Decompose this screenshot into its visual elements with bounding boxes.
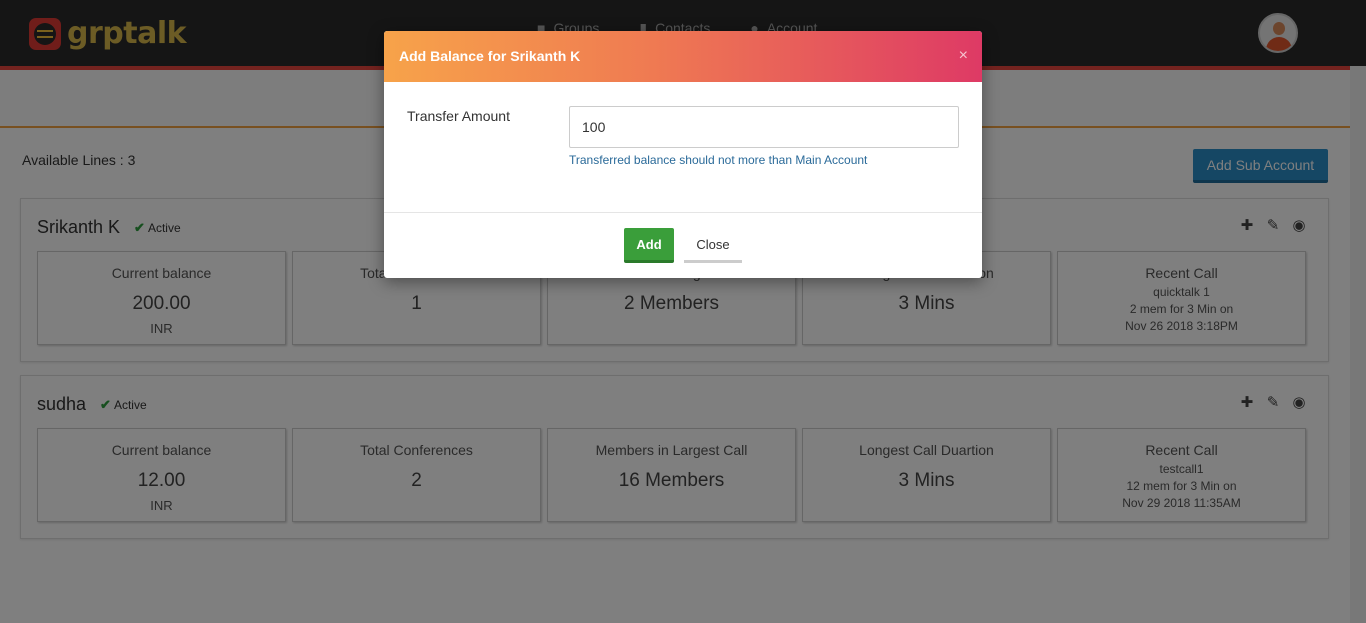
transfer-help-text: Transferred balance should not more than… (569, 153, 868, 167)
transfer-amount-input[interactable] (569, 106, 959, 148)
modal-divider (384, 212, 982, 213)
close-icon[interactable]: × (959, 47, 968, 65)
add-button[interactable]: Add (624, 228, 674, 263)
add-balance-modal: Add Balance for Srikanth K × Transfer Am… (384, 31, 982, 278)
transfer-amount-label: Transfer Amount (407, 108, 510, 124)
modal-header: Add Balance for Srikanth K × (384, 31, 982, 82)
close-button[interactable]: Close (684, 228, 742, 263)
modal-title: Add Balance for Srikanth K (399, 48, 581, 64)
